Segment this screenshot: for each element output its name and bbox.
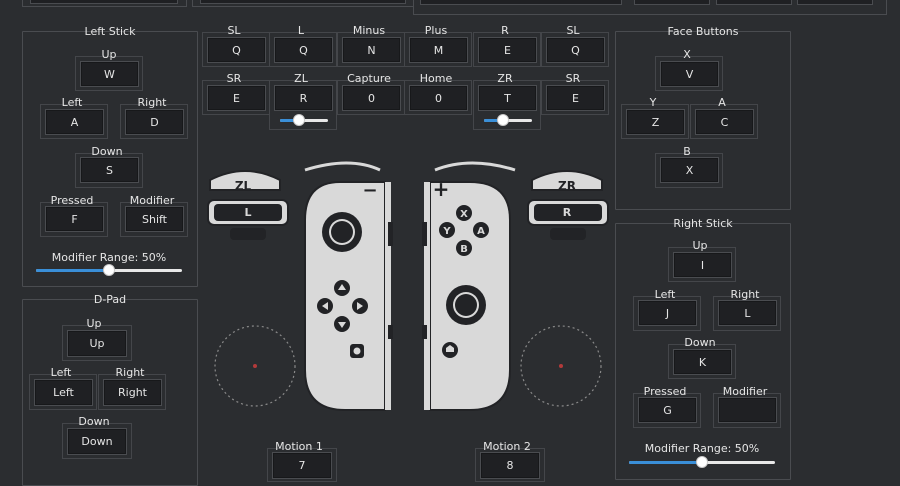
- left-stick-pressed-button[interactable]: F: [45, 206, 104, 232]
- sr-left-label: SR: [226, 72, 242, 85]
- face-a-button[interactable]: C: [695, 109, 754, 135]
- left-stick-up-label: Up: [101, 48, 117, 61]
- face-x-button[interactable]: V: [660, 61, 719, 87]
- y-face-text: Y: [442, 226, 451, 237]
- zr-shoulder-icon[interactable]: ZR R: [527, 170, 609, 240]
- r-button[interactable]: E: [478, 37, 537, 63]
- sl-right-label: SL: [566, 24, 580, 37]
- zl-shoulder-text: ZL: [235, 179, 252, 193]
- right-stick-down-button[interactable]: K: [673, 349, 732, 375]
- left-stick-left-label: Left: [61, 96, 83, 109]
- slider-knob[interactable]: [696, 456, 708, 468]
- slider-knob[interactable]: [293, 114, 306, 126]
- right-stick-up-label: Up: [692, 239, 708, 252]
- plus-symbol: +: [433, 177, 450, 201]
- home-label: Home: [419, 72, 453, 85]
- zl-label: ZL: [294, 72, 308, 85]
- left-stick-down-button[interactable]: S: [80, 157, 139, 183]
- face-b-button[interactable]: X: [660, 157, 719, 183]
- face-buttons-title: Face Buttons: [667, 25, 739, 38]
- right-stick-pressed-button[interactable]: G: [638, 397, 697, 423]
- dpad-up-label: Up: [86, 317, 102, 330]
- x-face-text: X: [460, 209, 468, 220]
- slider-fill: [629, 461, 702, 464]
- motion2-button[interactable]: 8: [480, 452, 540, 479]
- right-stick-left-button[interactable]: J: [638, 300, 697, 326]
- dpad-left-button[interactable]: Left: [34, 379, 93, 406]
- right-stick-title: Right Stick: [673, 217, 733, 230]
- slider-knob[interactable]: [497, 114, 510, 126]
- l-label: L: [297, 24, 305, 37]
- face-y-button[interactable]: Z: [626, 109, 685, 135]
- top-field-right-1[interactable]: [420, 0, 622, 5]
- right-joycon-icon: + X Y A B: [422, 161, 516, 411]
- plus-button[interactable]: M: [409, 37, 468, 63]
- capture-label: Capture: [347, 72, 391, 85]
- face-x-label: X: [683, 48, 691, 61]
- minus-symbol: −: [362, 180, 377, 201]
- slider-fill: [36, 269, 109, 272]
- right-stick-up-button[interactable]: I: [673, 252, 732, 278]
- r-label: R: [501, 24, 509, 37]
- sl-left-button[interactable]: Q: [207, 37, 266, 63]
- top-field-right-2[interactable]: [634, 0, 710, 5]
- sl-left-label: SL: [227, 24, 241, 37]
- motion1-visualizer: [214, 325, 296, 407]
- left-stick-modifier-range-slider[interactable]: [36, 264, 182, 276]
- capture-button[interactable]: 0: [342, 85, 401, 111]
- dpad-up-button[interactable]: Up: [67, 330, 127, 357]
- left-stick-modifier-button[interactable]: Shift: [125, 206, 184, 232]
- top-field-right-4[interactable]: [797, 0, 873, 5]
- zr-button[interactable]: T: [478, 85, 537, 111]
- minus-label: Minus: [352, 24, 386, 37]
- sr-right-label: SR: [565, 72, 581, 85]
- b-face-text: B: [460, 244, 468, 255]
- motion2-visualizer: [520, 325, 602, 407]
- right-stick-down-label: Down: [684, 336, 716, 349]
- right-stick-modifier-button[interactable]: [718, 397, 777, 423]
- right-stick-right-button[interactable]: L: [718, 300, 777, 326]
- left-stick-up-button[interactable]: W: [80, 61, 139, 87]
- motion1-button[interactable]: 7: [272, 452, 332, 479]
- a-face-text: A: [477, 226, 485, 237]
- minus-button[interactable]: N: [342, 37, 401, 63]
- plus-label: Plus: [424, 24, 448, 37]
- zr-shoulder-text: ZR: [558, 179, 576, 193]
- top-field-left[interactable]: [30, 0, 178, 4]
- controller-illustration: ZL L ZR R − + X Y A B: [207, 161, 609, 411]
- left-stick-right-button[interactable]: D: [125, 109, 184, 135]
- l-shoulder-text: L: [244, 206, 251, 219]
- dpad-right-button[interactable]: Right: [103, 379, 162, 406]
- zr-threshold-slider[interactable]: [484, 114, 532, 126]
- dpad-title: D-Pad: [93, 293, 127, 306]
- zr-label: ZR: [497, 72, 513, 85]
- slider-knob[interactable]: [103, 264, 115, 276]
- zl-shoulder-icon[interactable]: ZL L: [207, 170, 289, 240]
- left-stick-right-label: Right: [137, 96, 167, 109]
- r-shoulder-text: R: [563, 206, 572, 219]
- top-field-center[interactable]: [200, 0, 406, 4]
- dpad-down-button[interactable]: Down: [67, 428, 127, 455]
- top-field-right-3[interactable]: [716, 0, 792, 5]
- zl-button[interactable]: R: [274, 85, 333, 111]
- left-stick-title: Left Stick: [84, 25, 136, 38]
- sr-right-button[interactable]: E: [546, 85, 605, 111]
- right-stick-modifier-range-label: Modifier Range: 50%: [644, 442, 760, 455]
- l-button[interactable]: Q: [274, 37, 333, 63]
- face-a-label: A: [718, 96, 726, 109]
- left-stick-left-button[interactable]: A: [45, 109, 104, 135]
- sr-left-button[interactable]: E: [207, 85, 266, 111]
- home-button[interactable]: 0: [409, 85, 468, 111]
- sl-right-button[interactable]: Q: [546, 37, 605, 63]
- right-stick-modifier-range-slider[interactable]: [629, 456, 775, 468]
- face-y-label: Y: [649, 96, 657, 109]
- left-joycon-icon: −: [304, 161, 393, 411]
- dpad-right-label: Right: [115, 366, 145, 379]
- zl-threshold-slider[interactable]: [280, 114, 328, 126]
- left-stick-modifier-range-label: Modifier Range: 50%: [51, 251, 167, 264]
- dpad-left-label: Left: [50, 366, 72, 379]
- dpad-down-label: Down: [78, 415, 110, 428]
